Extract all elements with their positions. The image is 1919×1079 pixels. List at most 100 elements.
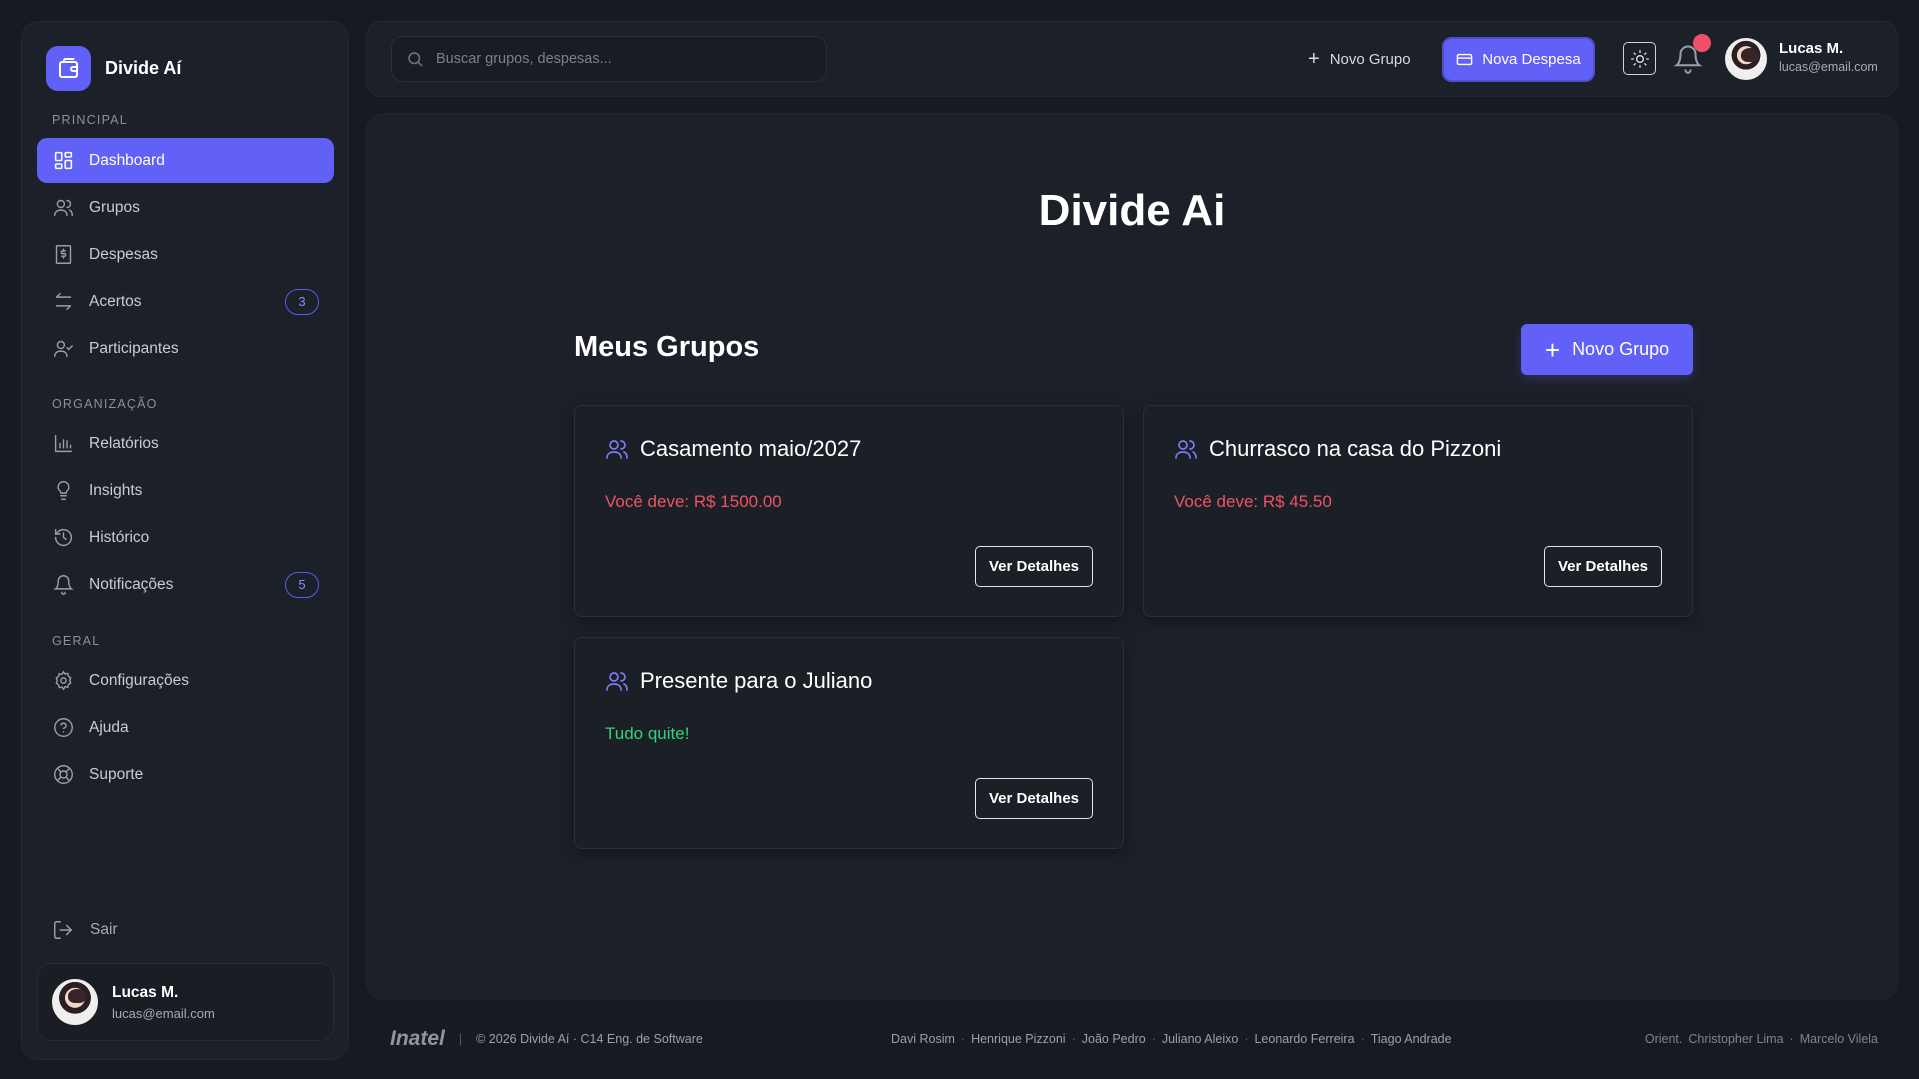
new-group-button[interactable]: + Novo Grupo (1521, 324, 1693, 375)
footer-divider: | (458, 1032, 463, 1046)
theme-toggle-button[interactable] (1623, 42, 1656, 75)
view-details-button[interactable]: Ver Detalhes (975, 546, 1093, 587)
sidebar-item-label: Grupos (89, 198, 140, 216)
user-name: Lucas M. (112, 983, 179, 1001)
topbar-user-name: Lucas M. (1779, 40, 1844, 57)
topbar-avatar[interactable] (1725, 38, 1767, 80)
sidebar-item-relatorios[interactable]: Relatórios (37, 421, 334, 466)
bell-icon (52, 574, 74, 596)
avatar (52, 979, 98, 1025)
count-badge: 5 (285, 571, 319, 598)
view-details-button[interactable]: Ver Detalhes (975, 778, 1093, 819)
sun-icon (1630, 49, 1649, 68)
logout-icon (54, 921, 72, 939)
swap-icon (52, 291, 74, 313)
advisor: Marcelo Vilela (1799, 1032, 1878, 1046)
logout-button[interactable]: Sair (52, 919, 118, 941)
sidebar-item-label: Dashboard (89, 151, 165, 169)
author: Tiago Andrade (1370, 1032, 1452, 1046)
author: Juliano Aleixo (1161, 1032, 1239, 1046)
search-input[interactable] (436, 51, 796, 67)
users-icon (606, 440, 628, 459)
brand[interactable]: Divide Aí (46, 46, 181, 91)
notification-dot (1693, 34, 1711, 52)
plus-icon: + (1308, 47, 1320, 70)
author: Leonardo Ferreira (1254, 1032, 1355, 1046)
page-title: Divide Ai (1038, 186, 1226, 235)
sidebar-item-despesas[interactable]: Despesas (37, 232, 334, 277)
group-name: Presente para o Juliano (640, 668, 873, 693)
section-title-geral: GERAL (52, 634, 101, 648)
topbar-user[interactable]: Lucas M. lucas@email.com (1779, 40, 1878, 74)
topbar-user-email: lucas@email.com (1779, 60, 1878, 74)
user-check-icon (52, 338, 74, 360)
topbar: + Novo Grupo Nova Despesa Lucas M. lucas… (366, 21, 1898, 97)
lightbulb-icon (52, 480, 74, 502)
logout-label: Sair (90, 921, 118, 938)
sidebar-item-participantes[interactable]: Participantes (37, 326, 334, 371)
gear-icon (52, 670, 74, 692)
users-icon (1175, 440, 1197, 459)
help-icon (52, 717, 74, 739)
institution-logo: Inatel (390, 1027, 445, 1050)
main-content: Divide Ai Meus Grupos + Novo Grupo Casam… (366, 113, 1898, 1000)
sidebar-item-label: Notificações (89, 575, 174, 593)
search-box[interactable] (391, 36, 827, 82)
lifebuoy-icon (52, 764, 74, 786)
group-name: Casamento maio/2027 (640, 436, 862, 461)
advisor-label: Orient. (1644, 1032, 1683, 1046)
group-card: Presente para o Juliano Tudo quite! Ver … (574, 637, 1124, 849)
view-details-button[interactable]: Ver Detalhes (1544, 546, 1662, 587)
sidebar-item-label: Suporte (89, 765, 144, 783)
users-icon (52, 197, 74, 219)
sidebar-item-label: Configurações (89, 671, 189, 689)
sidebar-item-insights[interactable]: Insights (37, 468, 334, 513)
group-card: Casamento maio/2027 Você deve: R$ 1500.0… (574, 405, 1124, 617)
author: Henrique Pizzoni (971, 1032, 1066, 1046)
group-balance: Você deve: R$ 1500.00 (605, 492, 782, 511)
new-expense-label: Nova Despesa (1482, 51, 1581, 68)
receipt-icon (52, 244, 74, 266)
sidebar-item-label: Histórico (89, 528, 150, 546)
sidebar-item-historico[interactable]: Histórico (37, 515, 334, 560)
sidebar: Divide Aí PRINCIPAL Dashboard Grupos Des… (21, 21, 349, 1060)
group-card: Churrasco na casa do Pizzoni Você deve: … (1143, 405, 1693, 617)
sidebar-item-configuracoes[interactable]: Configurações (37, 658, 334, 703)
advisor: Christopher Lima (1688, 1032, 1784, 1046)
search-icon (408, 52, 423, 67)
section-title-principal: PRINCIPAL (52, 113, 128, 127)
sidebar-item-label: Relatórios (89, 434, 159, 452)
sidebar-item-suporte[interactable]: Suporte (37, 752, 334, 797)
sidebar-item-label: Participantes (89, 339, 179, 357)
history-icon (52, 527, 74, 549)
group-balance: Tudo quite! (605, 724, 690, 743)
group-balance: Você deve: R$ 45.50 (1174, 492, 1332, 511)
sidebar-item-label: Acertos (89, 292, 142, 310)
group-name: Churrasco na casa do Pizzoni (1209, 436, 1502, 461)
credit-card-icon (1457, 53, 1473, 66)
count-badge: 3 (285, 288, 319, 315)
sidebar-item-grupos[interactable]: Grupos (37, 185, 334, 230)
sidebar-item-notificacoes[interactable]: Notificações 5 (37, 562, 334, 607)
sidebar-item-dashboard[interactable]: Dashboard (37, 138, 334, 183)
plus-icon: + (1544, 334, 1561, 365)
user-card[interactable]: Lucas M. lucas@email.com (37, 963, 334, 1041)
authors-list: Davi Rosim · Henrique Pizzoni · João Pedro… (891, 1032, 1452, 1046)
author: Davi Rosim (891, 1032, 955, 1046)
new-expense-button[interactable]: Nova Despesa (1442, 37, 1595, 82)
dashboard-icon (52, 150, 74, 172)
new-group-link[interactable]: + Novo Grupo (1308, 42, 1411, 76)
sidebar-item-ajuda[interactable]: Ajuda (37, 705, 334, 750)
sidebar-item-label: Despesas (89, 245, 158, 263)
copyright: © 2026 Divide Aí · C14 Eng. de Software (476, 1032, 703, 1046)
new-group-label: Novo Grupo (1329, 50, 1411, 68)
user-email: lucas@email.com (112, 1005, 215, 1021)
sidebar-item-label: Insights (89, 481, 143, 499)
author: João Pedro (1081, 1032, 1146, 1046)
wallet-icon (46, 46, 91, 91)
sidebar-item-acertos[interactable]: Acertos 3 (37, 279, 334, 324)
app-name: Divide Aí (105, 58, 182, 78)
sidebar-item-label: Ajuda (89, 718, 129, 736)
new-group-button-label: Novo Grupo (1572, 339, 1670, 359)
bar-chart-icon (52, 433, 74, 455)
